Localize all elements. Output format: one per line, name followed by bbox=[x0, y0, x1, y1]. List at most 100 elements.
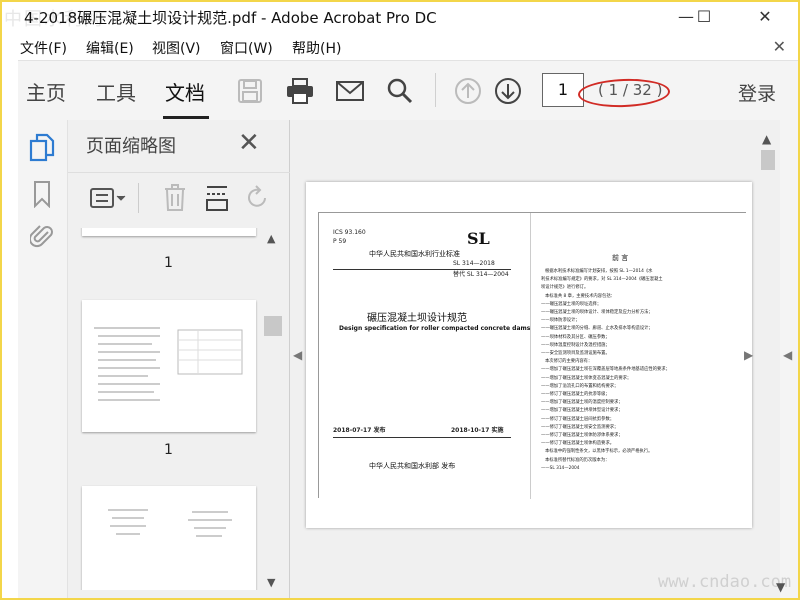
panel-close-icon[interactable]: ✕ bbox=[238, 128, 260, 158]
expand-right-panel-icon[interactable]: ◀ bbox=[783, 348, 792, 362]
tab-tools[interactable]: 工具 bbox=[96, 77, 136, 106]
replaces-label: 替代 SL 314—2004 bbox=[453, 271, 509, 278]
print-icon[interactable] bbox=[284, 75, 316, 107]
ccs-code: P 59 bbox=[333, 238, 347, 245]
implementation-date: 2018-10-17 实施 bbox=[451, 427, 504, 434]
document-view: ◀ ICS 93.160 P 59 中华人民共和国水利行业标准 SL SL 31… bbox=[290, 120, 756, 598]
menu-window[interactable]: 窗口(W) bbox=[220, 38, 273, 58]
header-rule bbox=[333, 269, 511, 270]
document-title-en: Design specification for roller compacte… bbox=[339, 325, 531, 332]
thumbnail-label: 1 bbox=[164, 442, 173, 458]
active-tab-indicator bbox=[163, 116, 209, 119]
doc-scroll-up-icon[interactable]: ▲ bbox=[762, 132, 771, 146]
foreword-line: ——增加了碾压混凝土坝在深覆盖层等地质条件地基适应性的要求； bbox=[541, 367, 670, 373]
foreword-line: ——SL 314—2004 bbox=[541, 465, 580, 471]
foreword-line: ——安全监测项目及监测设施布置。 bbox=[541, 351, 610, 356]
thumbnail-scroll-thumb[interactable] bbox=[264, 316, 282, 336]
foreword-line: ——修订了碾压混凝土坝体防渗体系要求； bbox=[541, 433, 623, 438]
document-scrollbar[interactable]: ▲ bbox=[756, 120, 780, 598]
maximize-button[interactable]: ☐ bbox=[684, 6, 724, 28]
page-content-frame: ICS 93.160 P 59 中华人民共和国水利行业标准 SL SL 314—… bbox=[318, 212, 746, 499]
page-number-input[interactable]: 1 bbox=[542, 73, 584, 107]
foreword-line: ——修订了碾压混凝土坝安全监测要求； bbox=[541, 424, 619, 430]
document-title-cn: 碾压混凝土坝设计规范 bbox=[367, 313, 467, 324]
red-highlight-ellipse bbox=[577, 77, 671, 109]
foreword-line: ——增加了碾压混凝土拱坝体型设计要求； bbox=[541, 408, 623, 414]
save-icon[interactable] bbox=[234, 75, 266, 107]
thumbnail-label: 1 bbox=[164, 255, 173, 271]
foreword-line: ——碾压混凝土坝的坝址选择； bbox=[541, 301, 602, 307]
bookmarks-icon[interactable] bbox=[26, 178, 58, 210]
search-icon[interactable] bbox=[384, 75, 416, 107]
delete-page-icon[interactable] bbox=[160, 181, 190, 215]
foreword-line: ——坝体防渗设计； bbox=[541, 318, 580, 324]
tab-home[interactable]: 主页 bbox=[26, 77, 66, 106]
foreword-line: ——增加了碾压混凝土坝的温度控制要求； bbox=[541, 400, 623, 406]
panel-toolbar bbox=[68, 172, 290, 224]
menu-help[interactable]: 帮助(H) bbox=[292, 38, 341, 58]
thumbnail-list: 1 1 bbox=[68, 228, 264, 590]
menu-bar: 文件(F) 编辑(E) 视图(V) 窗口(W) 帮助(H) ✕ bbox=[2, 32, 798, 60]
right-panel-strip: ◀ bbox=[780, 120, 798, 598]
title-bar: 中国水利网 4-2018碾压混凝土坝设计规范.pdf - Adobe Acrob… bbox=[2, 2, 798, 32]
foreword-line: 坝设计规范》进行修订。 bbox=[541, 285, 589, 291]
watermark-bottom: www.cndao.com bbox=[658, 572, 792, 592]
scroll-down-icon[interactable]: ▼ bbox=[267, 576, 275, 589]
foreword-line: 利技术标准编写规定》的要求，对 SL 314—2004《碾压混凝土 bbox=[541, 277, 663, 283]
close-document-icon[interactable]: ✕ bbox=[773, 37, 786, 56]
app-window: 中国水利网 4-2018碾压混凝土坝设计规范.pdf - Adobe Acrob… bbox=[2, 2, 798, 598]
foreword-line: ——增加了溢流孔口的布置和结构要求； bbox=[541, 383, 619, 389]
foreword-line: ——修订了碾压混凝土的抗渗等级； bbox=[541, 392, 610, 397]
document-scroll-thumb[interactable] bbox=[761, 150, 775, 170]
foreword-line: 本次修订的主要内容有： bbox=[545, 359, 593, 365]
attachments-icon[interactable] bbox=[26, 220, 58, 252]
foreword-line: 本标准中的强制性条文，以黑体字标示，必须严格执行。 bbox=[545, 449, 653, 455]
extract-page-icon[interactable] bbox=[202, 181, 232, 215]
foreword-line: ——修订了碾压混凝土坝体构造要求。 bbox=[541, 441, 615, 447]
email-icon[interactable] bbox=[334, 75, 366, 107]
foreword-line: 根据水利技术标准编写计划安排，按照 SL 1—2014《水 bbox=[545, 269, 653, 274]
tab-document[interactable]: 文档 bbox=[165, 77, 205, 106]
login-button[interactable]: 登录 bbox=[738, 79, 776, 106]
menu-file[interactable]: 文件(F) bbox=[20, 38, 67, 58]
thumbnail-page-3[interactable] bbox=[82, 486, 256, 590]
footer-rule bbox=[333, 437, 511, 438]
foreword-heading: 前 言 bbox=[612, 254, 629, 262]
close-window-button[interactable]: ✕ bbox=[745, 6, 785, 28]
menu-edit[interactable]: 编辑(E) bbox=[86, 38, 134, 58]
collapse-left-arrow-icon[interactable]: ◀ bbox=[293, 348, 302, 362]
standard-number: SL 314—2018 bbox=[453, 260, 495, 267]
window-title: 4-2018碾压混凝土坝设计规范.pdf - Adobe Acrobat Pro… bbox=[24, 9, 437, 27]
menu-view[interactable]: 视图(V) bbox=[152, 38, 201, 58]
thumbnails-panel: 页面缩略图 ✕ 1 1 ▲ ▼ bbox=[68, 120, 290, 598]
navigation-rail bbox=[18, 120, 68, 598]
rotate-page-icon[interactable] bbox=[242, 181, 272, 215]
collapse-right-arrow-icon[interactable]: ▶ bbox=[744, 348, 753, 362]
foreword-line: 本标准共 8 章，主要技术内容包括： bbox=[545, 293, 615, 299]
foreword-line: ——增加了碾压混凝土坝体变态混凝土的要求； bbox=[541, 375, 632, 381]
foreword-line: 本标准所替代标准的历次版本为： bbox=[545, 457, 610, 463]
ics-code: ICS 93.160 bbox=[333, 229, 366, 236]
sl-logo: SL bbox=[467, 229, 490, 248]
previous-page-icon[interactable] bbox=[452, 75, 484, 107]
issuer: 中华人民共和国水利部 发布 bbox=[369, 462, 456, 470]
thumbnail-page-2[interactable] bbox=[82, 300, 256, 432]
foreword-line: ——碾压混凝土坝的坝体设计、坝体稳定及应力分析方法； bbox=[541, 310, 653, 315]
thumbnail-page-1[interactable] bbox=[82, 228, 256, 236]
foreword-line: ——坝体材料及其分区、碾压参数； bbox=[541, 334, 610, 340]
options-menu-icon[interactable] bbox=[88, 181, 128, 215]
panel-title: 页面缩略图 bbox=[86, 136, 176, 157]
pdf-page: ICS 93.160 P 59 中华人民共和国水利行业标准 SL SL 314—… bbox=[306, 182, 752, 528]
foreword-line: ——修订了碾压混凝土层间抗剪参数； bbox=[541, 416, 615, 422]
thumbnail-scrollbar[interactable]: ▲ ▼ bbox=[264, 228, 282, 590]
foreword-line: ——坝体温度控制设计及温控措施； bbox=[541, 342, 610, 348]
page-spread-divider bbox=[530, 213, 531, 499]
next-page-icon[interactable] bbox=[492, 75, 524, 107]
foreword-line: ——碾压混凝土坝的分缝、廊道、止水及排水等构造设计； bbox=[541, 326, 653, 332]
toolbar-divider bbox=[435, 73, 436, 107]
page-thumbnails-icon[interactable] bbox=[26, 132, 58, 164]
scroll-up-icon[interactable]: ▲ bbox=[267, 232, 275, 245]
issue-date: 2018-07-17 发布 bbox=[333, 427, 386, 434]
doc-scroll-down-icon[interactable]: ▼ bbox=[776, 580, 785, 594]
standard-header: 中华人民共和国水利行业标准 bbox=[369, 250, 460, 258]
